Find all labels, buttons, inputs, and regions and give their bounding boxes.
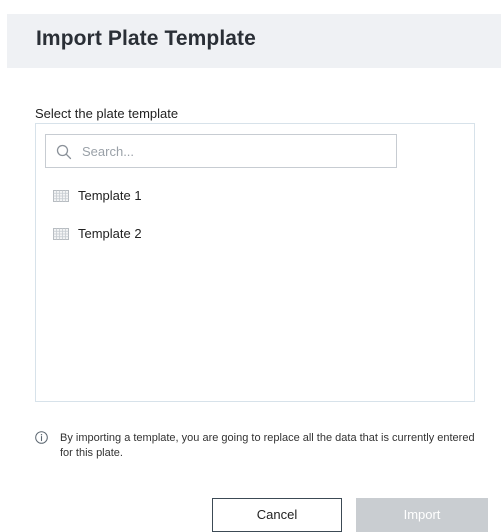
dialog-header: Import Plate Template [7,14,501,68]
cancel-button[interactable]: Cancel [212,498,342,532]
template-list: Template 1 Template 2 [53,188,453,264]
dialog-title: Import Plate Template [36,27,256,50]
info-icon [35,431,48,444]
search-icon [56,144,72,160]
search-box[interactable] [45,134,397,168]
template-item-label: Template 2 [78,226,142,241]
search-input[interactable] [82,141,382,161]
import-button[interactable]: Import [356,498,488,532]
import-plate-template-dialog: Import Plate Template Select the plate t… [0,0,501,532]
template-item-2[interactable]: Template 2 [53,226,453,264]
notice-text: By importing a template, you are going t… [60,432,475,459]
template-panel: Template 1 Template 2 [35,123,475,402]
plate-grid-icon [53,228,69,240]
template-item-1[interactable]: Template 1 [53,188,453,226]
template-item-label: Template 1 [78,188,142,203]
plate-grid-icon [53,190,69,202]
section-label: Select the plate template [35,106,179,121]
